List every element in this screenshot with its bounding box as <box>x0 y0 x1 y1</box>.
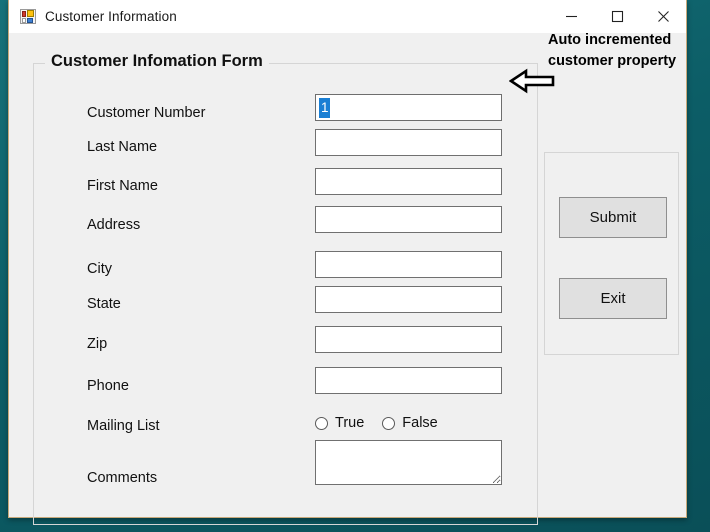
label-customer-number: Customer Number <box>87 105 206 121</box>
application-window: Customer Information Customer Infomation… <box>8 0 687 525</box>
exit-button[interactable]: Exit <box>559 278 667 319</box>
label-city: City <box>87 261 112 277</box>
radio-option-false[interactable]: False <box>382 415 438 431</box>
input-city[interactable] <box>315 251 502 278</box>
title-bar[interactable]: Customer Information <box>9 0 686 34</box>
input-state[interactable] <box>315 286 502 313</box>
form-client-area: Customer Infomation Form Customer Number… <box>9 33 686 525</box>
label-mailing-list: Mailing List <box>87 418 160 434</box>
label-phone: Phone <box>87 378 129 394</box>
input-phone[interactable] <box>315 367 502 394</box>
action-buttons-groupbox: Submit Exit <box>544 152 679 355</box>
radio-circle-icon <box>315 416 328 430</box>
label-zip: Zip <box>87 336 108 352</box>
maximize-icon <box>611 10 624 23</box>
input-customer-number[interactable]: 1 <box>315 94 502 121</box>
radio-circle-icon <box>382 416 396 430</box>
close-icon <box>657 10 670 23</box>
radio-option-true[interactable]: True <box>315 415 364 431</box>
annotation-line-1: Auto incremented <box>548 32 672 48</box>
minimize-icon <box>565 10 578 23</box>
radio-label-false: False <box>402 415 438 431</box>
annotation-callout: Auto incremented customer property <box>548 30 710 72</box>
winforms-app-icon <box>20 9 36 24</box>
label-address: Address <box>87 217 141 233</box>
input-comments[interactable] <box>315 440 502 485</box>
maximize-button[interactable] <box>594 0 640 33</box>
input-address[interactable] <box>315 206 502 233</box>
minimize-button[interactable] <box>548 0 594 33</box>
annotation-line-2: customer property <box>548 53 677 69</box>
label-last-name: Last Name <box>87 139 158 155</box>
input-first-name[interactable] <box>315 168 502 195</box>
window-controls <box>548 0 686 33</box>
input-last-name[interactable] <box>315 129 502 156</box>
label-first-name: First Name <box>87 178 158 194</box>
label-state: State <box>87 296 121 312</box>
window-title: Customer Information <box>45 9 177 24</box>
input-zip[interactable] <box>315 326 502 353</box>
label-comments: Comments <box>87 470 158 486</box>
customer-number-selected-text: 1 <box>319 97 330 118</box>
mailing-list-radio-group: True False <box>315 415 438 431</box>
submit-button[interactable]: Submit <box>559 197 667 238</box>
radio-label-true: True <box>335 415 365 431</box>
close-button[interactable] <box>640 0 686 33</box>
groupbox-title: Customer Infomation Form <box>45 52 269 71</box>
